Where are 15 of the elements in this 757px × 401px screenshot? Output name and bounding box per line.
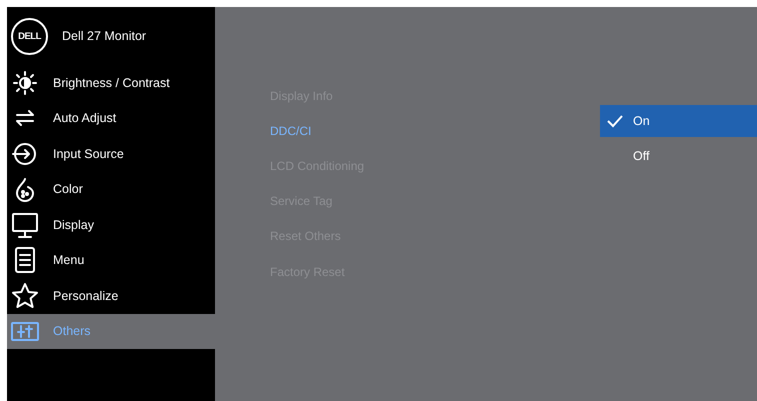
- menu-item[interactable]: Brightness / Contrast: [7, 65, 215, 100]
- logo: DELL: [11, 18, 48, 54]
- menu-item[interactable]: Color: [7, 172, 215, 207]
- menu-item[interactable]: Personalize: [7, 278, 215, 314]
- check-icon: [606, 114, 624, 128]
- option-item[interactable]: On: [600, 105, 757, 137]
- menu-item[interactable]: Menu: [7, 242, 215, 278]
- monitor-title: Dell 27 Monitor: [62, 29, 146, 43]
- menu-item[interactable]: Auto Adjust: [7, 100, 215, 136]
- menu-item[interactable]: Input Source: [7, 136, 215, 172]
- monitor-icon: [11, 210, 39, 239]
- sun-icon: [11, 68, 39, 97]
- menu-item[interactable]: Display: [7, 207, 215, 242]
- option-item[interactable]: Off: [600, 140, 757, 172]
- star-icon: [11, 282, 39, 310]
